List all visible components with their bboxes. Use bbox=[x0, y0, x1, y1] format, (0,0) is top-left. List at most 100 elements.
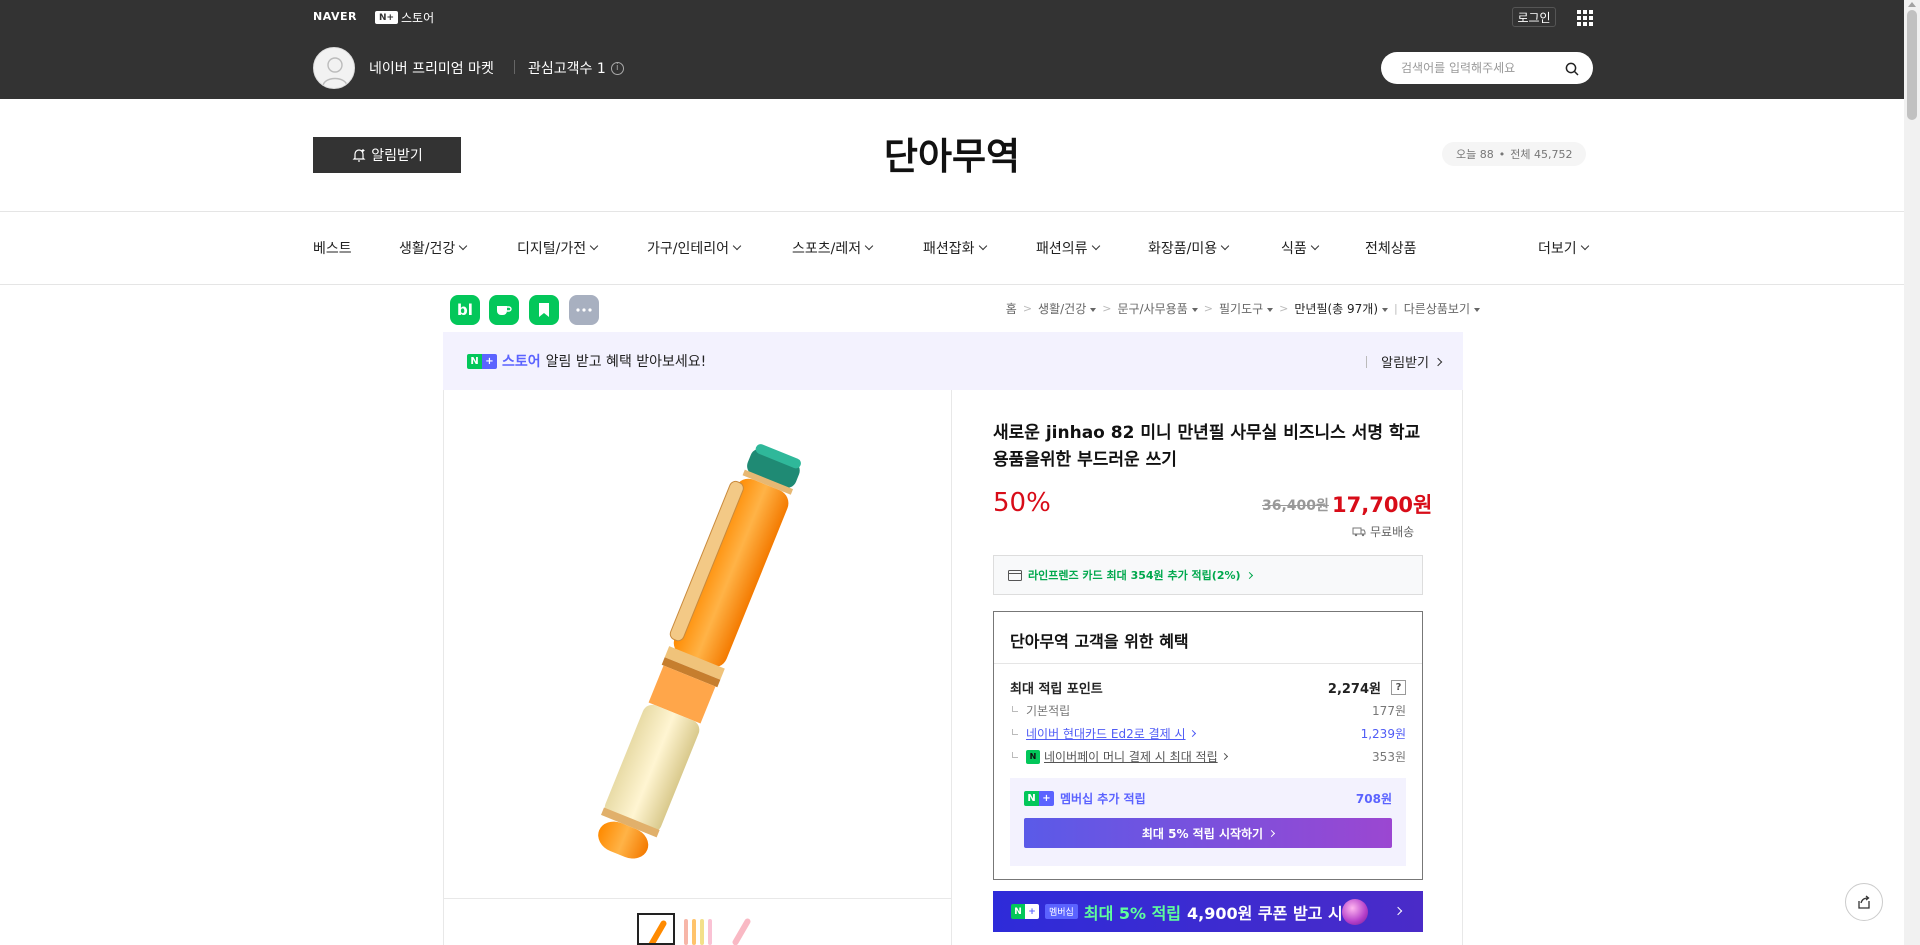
visit-today: 오늘 88 bbox=[1456, 148, 1494, 161]
breadcrumb-item[interactable]: 문구/사무용품 bbox=[1117, 300, 1198, 317]
help-icon[interactable]: ? bbox=[1391, 680, 1406, 695]
breadcrumb-separator: > bbox=[1279, 302, 1289, 315]
scrollbar-thumb[interactable] bbox=[1907, 10, 1917, 120]
category-living-health[interactable]: 생활/건강 bbox=[399, 238, 468, 258]
category-food[interactable]: 식품 bbox=[1281, 238, 1320, 258]
chevron-down-icon bbox=[864, 241, 874, 251]
category-label: 식품 bbox=[1281, 241, 1307, 257]
caret-down-icon bbox=[1267, 307, 1274, 312]
membership-tag: 멤버십 bbox=[1045, 904, 1078, 919]
naver-plus-icon: N+ bbox=[375, 11, 398, 24]
more-share-icon[interactable] bbox=[569, 295, 599, 325]
interest-count: 관심고객수 1 i bbox=[528, 58, 624, 78]
category-all-products[interactable]: 전체상품 bbox=[1365, 238, 1417, 258]
info-icon[interactable]: i bbox=[610, 61, 624, 75]
share-button[interactable] bbox=[1845, 883, 1883, 921]
membership-start-label: 최대 5% 적립 시작하기 bbox=[1141, 826, 1264, 841]
npay-point-row: N 네이버페이 머니 결제 시 최대 적립 353원 bbox=[1010, 748, 1406, 765]
category-label: 가구/인테리어 bbox=[647, 241, 729, 257]
visit-total: 전체 45,752 bbox=[1510, 148, 1573, 161]
search-icon[interactable] bbox=[1565, 61, 1579, 80]
chevron-down-icon bbox=[1580, 241, 1589, 251]
tree-elbow-icon bbox=[1012, 705, 1018, 712]
cafe-share-icon[interactable] bbox=[489, 295, 519, 325]
thumbnail-image[interactable] bbox=[680, 913, 718, 945]
tree-elbow-icon bbox=[1012, 751, 1018, 758]
naver-logo[interactable]: NAVER bbox=[313, 10, 357, 23]
card-benefit-text: 라인프렌즈 카드 최대 354원 추가 적립(2%) bbox=[1028, 569, 1241, 582]
other-products-link[interactable]: 다른상품보기 bbox=[1404, 300, 1480, 317]
bookmark-share-icon[interactable] bbox=[529, 295, 559, 325]
category-sports[interactable]: 스포츠/레저 bbox=[792, 238, 874, 258]
naver-plus-icon: N+ bbox=[1011, 904, 1039, 919]
caret-down-icon bbox=[1474, 307, 1480, 312]
category-more[interactable]: 더보기 bbox=[1538, 238, 1589, 258]
category-fashion-goods[interactable]: 패션잡화 bbox=[923, 238, 987, 258]
chevron-right-icon bbox=[1220, 752, 1228, 761]
scroll-up-arrow-icon[interactable] bbox=[1908, 2, 1916, 7]
basic-point-row: 기본적립 177원 bbox=[1010, 702, 1406, 719]
card-point-value: 1,239원 bbox=[1360, 727, 1406, 741]
thumbnail-image[interactable] bbox=[637, 913, 675, 945]
search-input[interactable] bbox=[1401, 58, 1561, 78]
naver-plus-store-link[interactable]: N+ 스토어 bbox=[375, 9, 434, 26]
store-profile-name[interactable]: 네이버 프리미엄 마켓 bbox=[369, 58, 494, 78]
share-icon bbox=[1858, 895, 1870, 909]
card-benefit-link[interactable]: 라인프렌즈 카드 최대 354원 추가 적립(2%) bbox=[993, 555, 1423, 595]
sale-price: 17,700원 bbox=[1332, 493, 1433, 517]
login-button[interactable]: 로그인 bbox=[1512, 7, 1556, 27]
breadcrumb: 홈 > 생활/건강 > 문구/사무용품 > 필기도구 > 만년필(총 97개) … bbox=[1006, 300, 1480, 317]
chevron-down-icon bbox=[1091, 241, 1100, 251]
category-label: 디지털/가전 bbox=[517, 241, 587, 257]
breadcrumb-item[interactable]: 필기도구 bbox=[1218, 300, 1274, 317]
page-scrollbar[interactable] bbox=[1904, 0, 1920, 945]
npay-point-link[interactable]: 네이버페이 머니 결제 시 최대 적립 bbox=[1044, 748, 1218, 765]
category-label: 스포츠/레저 bbox=[792, 241, 862, 257]
category-best[interactable]: 베스트 bbox=[313, 238, 352, 258]
category-more-label: 더보기 bbox=[1538, 241, 1577, 257]
profile-divider bbox=[514, 60, 515, 74]
membership-start-button[interactable]: 최대 5% 적립 시작하기 bbox=[1024, 818, 1392, 848]
category-furniture[interactable]: 가구/인테리어 bbox=[647, 238, 742, 258]
category-label: 패션잡화 bbox=[923, 241, 975, 257]
notify-subscribe-button[interactable]: 알림받기 bbox=[1366, 352, 1443, 371]
credit-card-icon bbox=[1008, 569, 1022, 581]
category-cosmetics[interactable]: 화장품/미용 bbox=[1148, 238, 1230, 258]
chevron-right-icon bbox=[1245, 571, 1253, 579]
thumbnail-image[interactable] bbox=[723, 913, 761, 945]
header-divider bbox=[0, 211, 1904, 212]
store-avatar[interactable] bbox=[313, 47, 355, 89]
nav-divider bbox=[0, 284, 1904, 285]
store-title[interactable]: 단아무역 bbox=[0, 126, 1904, 180]
breadcrumb-label: 만년필(총 97개) bbox=[1294, 302, 1379, 316]
max-point-value: 2,274원 bbox=[1327, 682, 1381, 697]
card-point-row: 네이버 현대카드 Ed2로 결제 시 1,239원 bbox=[1010, 725, 1406, 742]
membership-row: N + 멤버십 추가 적립 708원 bbox=[1024, 790, 1392, 807]
interest-count-label: 관심고객수 1 bbox=[528, 61, 606, 77]
breadcrumb-label: 필기도구 bbox=[1218, 302, 1264, 316]
membership-label: 멤버십 추가 적립 bbox=[1060, 792, 1146, 806]
shipping-info: 무료배송 bbox=[1352, 523, 1414, 540]
product-image[interactable] bbox=[500, 410, 900, 890]
apps-grid-icon[interactable] bbox=[1577, 10, 1593, 26]
breadcrumb-home[interactable]: 홈 bbox=[1006, 300, 1017, 317]
promo-text: 4,900원 쿠폰 받고 시작 bbox=[1187, 903, 1358, 923]
store-link-label: 스토어 bbox=[401, 11, 435, 25]
tree-elbow-icon bbox=[1012, 728, 1018, 735]
max-point-row: 최대 적립 포인트 2,274원? bbox=[1010, 678, 1406, 697]
blog-share-icon[interactable]: bl bbox=[450, 295, 480, 325]
category-digital[interactable]: 디지털/가전 bbox=[517, 238, 599, 258]
naver-plus-icon: N+ bbox=[1024, 791, 1054, 806]
breadcrumb-item[interactable]: 생활/건강 bbox=[1038, 300, 1097, 317]
discount-rate: 50% bbox=[993, 488, 1051, 518]
notify-button-label: 알림받기 bbox=[1381, 356, 1429, 371]
breadcrumb-item-current[interactable]: 만년필(총 97개) bbox=[1294, 300, 1389, 317]
category-label: 화장품/미용 bbox=[1148, 241, 1218, 257]
search-box bbox=[1381, 52, 1593, 84]
card-point-link[interactable]: 네이버 현대카드 Ed2로 결제 시 bbox=[1026, 725, 1186, 742]
category-fashion-clothing[interactable]: 패션의류 bbox=[1036, 238, 1100, 258]
chevron-right-icon bbox=[1268, 829, 1276, 837]
notify-divider bbox=[1366, 355, 1368, 368]
thumbnail-divider bbox=[443, 898, 951, 899]
naver-pay-icon: N bbox=[1026, 749, 1040, 764]
